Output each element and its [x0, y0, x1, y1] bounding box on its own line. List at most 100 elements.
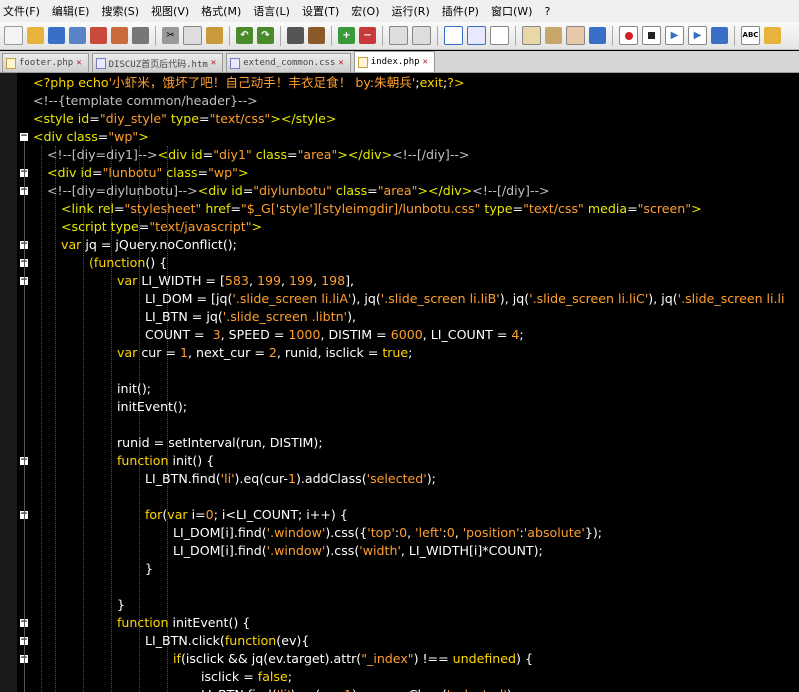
- menu-item[interactable]: 文件(F): [0, 3, 49, 19]
- function-list-icon[interactable]: [566, 26, 585, 45]
- zoom-in-icon[interactable]: +: [338, 27, 355, 44]
- menu-item[interactable]: 设置(T): [299, 3, 348, 19]
- close-file-icon[interactable]: [90, 27, 107, 44]
- code-token: href: [201, 201, 231, 216]
- code-editor[interactable]: −−−−−−−−−−− <?php echo'小虾米，饿坏了吧！自己动手！丰衣足…: [0, 73, 799, 692]
- save-icon[interactable]: [48, 27, 65, 44]
- new-file-icon[interactable]: [4, 26, 23, 45]
- code-line: }: [145, 560, 153, 578]
- folder-workspace-icon[interactable]: [589, 27, 606, 44]
- code-token: ).css({: [325, 525, 368, 540]
- run-macro-multiple-icon[interactable]: ▶: [688, 26, 707, 45]
- toolbar-separator: [515, 25, 516, 46]
- record-macro-icon[interactable]: [619, 26, 638, 45]
- replace-icon[interactable]: [308, 27, 325, 44]
- code-token: "diylunbotu": [253, 183, 332, 198]
- code-token: LI_DOM[i].find(: [173, 525, 267, 540]
- code-token: ></div>: [337, 147, 393, 162]
- close-all-icon[interactable]: [111, 27, 128, 44]
- fold-toggle-icon[interactable]: −: [20, 132, 28, 141]
- code-token: =: [627, 201, 638, 216]
- code-token: (function: [89, 255, 146, 270]
- find-icon[interactable]: [287, 27, 304, 44]
- toolbar-separator: [437, 25, 438, 46]
- code-line: (function() {: [89, 254, 167, 272]
- indent-guide-icon[interactable]: [490, 26, 509, 45]
- menu-item[interactable]: 宏(O): [348, 3, 388, 19]
- plugin-icon[interactable]: [764, 27, 781, 44]
- tab-file[interactable]: index.php ✕: [353, 51, 435, 72]
- code-token: 0: [446, 525, 455, 540]
- tab-file[interactable]: extend_common.css ✕: [226, 53, 351, 72]
- code-token: cur =: [141, 345, 181, 360]
- code-area[interactable]: <?php echo'小虾米，饿坏了吧！自己动手！丰衣足食！ by:朱朝兵'; e…: [33, 73, 799, 692]
- code-token: id: [77, 111, 90, 126]
- code-token: ), jq(: [648, 291, 678, 306]
- code-token: "$_G['style'][styleimgdir]/lunbotu.css": [240, 201, 481, 216]
- tab-file[interactable]: DISCUZ首页后代码.htm ✕: [91, 53, 224, 72]
- code-line: <div id="lunbotu" class="wp">: [47, 164, 249, 182]
- code-token: <!--[diy=diy1]-->: [47, 147, 158, 162]
- sync-vertical-icon[interactable]: [389, 26, 408, 45]
- code-line: <!--[diy=diy1]--><div id="diy1" class="a…: [47, 146, 469, 164]
- code-token: "text/javascript": [149, 219, 252, 234]
- code-token: '.slide_screen li.liC': [529, 291, 649, 306]
- code-token: <div: [47, 165, 81, 180]
- save-all-icon[interactable]: [69, 27, 86, 44]
- code-token: 1: [344, 687, 352, 692]
- redo-icon[interactable]: ↷: [257, 27, 274, 44]
- tab-label: index.php: [370, 57, 420, 67]
- print-icon[interactable]: [132, 27, 149, 44]
- menu-item[interactable]: 视图(V): [148, 3, 198, 19]
- doc-map-icon[interactable]: [545, 27, 562, 44]
- cut-icon[interactable]: ✂: [162, 27, 179, 44]
- menu-item[interactable]: 编辑(E): [49, 3, 99, 19]
- menu-item[interactable]: 运行(R): [389, 3, 439, 19]
- code-token: jq = jQuery.noConflict();: [85, 237, 237, 252]
- sync-horizontal-icon[interactable]: [412, 26, 431, 45]
- code-token: =: [89, 111, 100, 126]
- menu-item[interactable]: 格式(M): [198, 3, 250, 19]
- toolbar-separator: [331, 25, 332, 46]
- menu-item[interactable]: 语言(L): [250, 3, 299, 19]
- close-tab-icon[interactable]: ✕: [338, 58, 343, 68]
- menu-item[interactable]: 搜索(S): [98, 3, 148, 19]
- undo-icon[interactable]: ↶: [236, 27, 253, 44]
- show-all-chars-icon[interactable]: [467, 26, 486, 45]
- code-token: =: [230, 201, 241, 216]
- code-token: 583: [224, 273, 249, 288]
- copy-icon[interactable]: [183, 26, 202, 45]
- save-macro-icon[interactable]: [711, 27, 728, 44]
- close-tab-icon[interactable]: ✕: [211, 58, 216, 68]
- word-wrap-icon[interactable]: [444, 26, 463, 45]
- spell-check-icon[interactable]: ABC: [741, 26, 760, 45]
- stop-macro-icon[interactable]: [642, 26, 661, 45]
- close-tab-icon[interactable]: ✕: [423, 57, 428, 67]
- code-token: exit: [419, 75, 444, 90]
- menu-item[interactable]: 插件(P): [439, 3, 488, 19]
- code-token: 1: [180, 345, 189, 360]
- play-macro-icon[interactable]: ▶: [665, 26, 684, 45]
- code-token: ) !==: [413, 651, 453, 666]
- code-token: '.slide_screen li.li: [677, 291, 785, 306]
- close-tab-icon[interactable]: ✕: [76, 58, 81, 68]
- tab-file[interactable]: footer.php ✕: [2, 53, 89, 72]
- toolbar-separator: [382, 25, 383, 46]
- indent-guide: [55, 146, 57, 692]
- code-token: , LI_COUNT =: [422, 327, 512, 342]
- menu-item[interactable]: ?: [541, 5, 559, 18]
- code-token: , LI_WIDTH[i]*COUNT);: [400, 543, 543, 558]
- user-lang-icon[interactable]: [522, 26, 541, 45]
- menu-item[interactable]: 窗口(W): [488, 3, 541, 19]
- code-token: () {: [145, 255, 168, 270]
- zoom-out-icon[interactable]: −: [359, 27, 376, 44]
- code-token: init() {: [172, 453, 215, 468]
- paste-icon[interactable]: [206, 27, 223, 44]
- code-token: undefined: [452, 651, 517, 666]
- code-token: <!--[diy=diylunbotu]-->: [47, 183, 198, 198]
- code-line: var LI_WIDTH = [583, 199, 199, 198],: [117, 272, 354, 290]
- code-token: , SPEED =: [220, 327, 289, 342]
- open-folder-icon[interactable]: [27, 27, 44, 44]
- code-token: 'absolute': [523, 525, 585, 540]
- line-number-gutter: [0, 73, 17, 692]
